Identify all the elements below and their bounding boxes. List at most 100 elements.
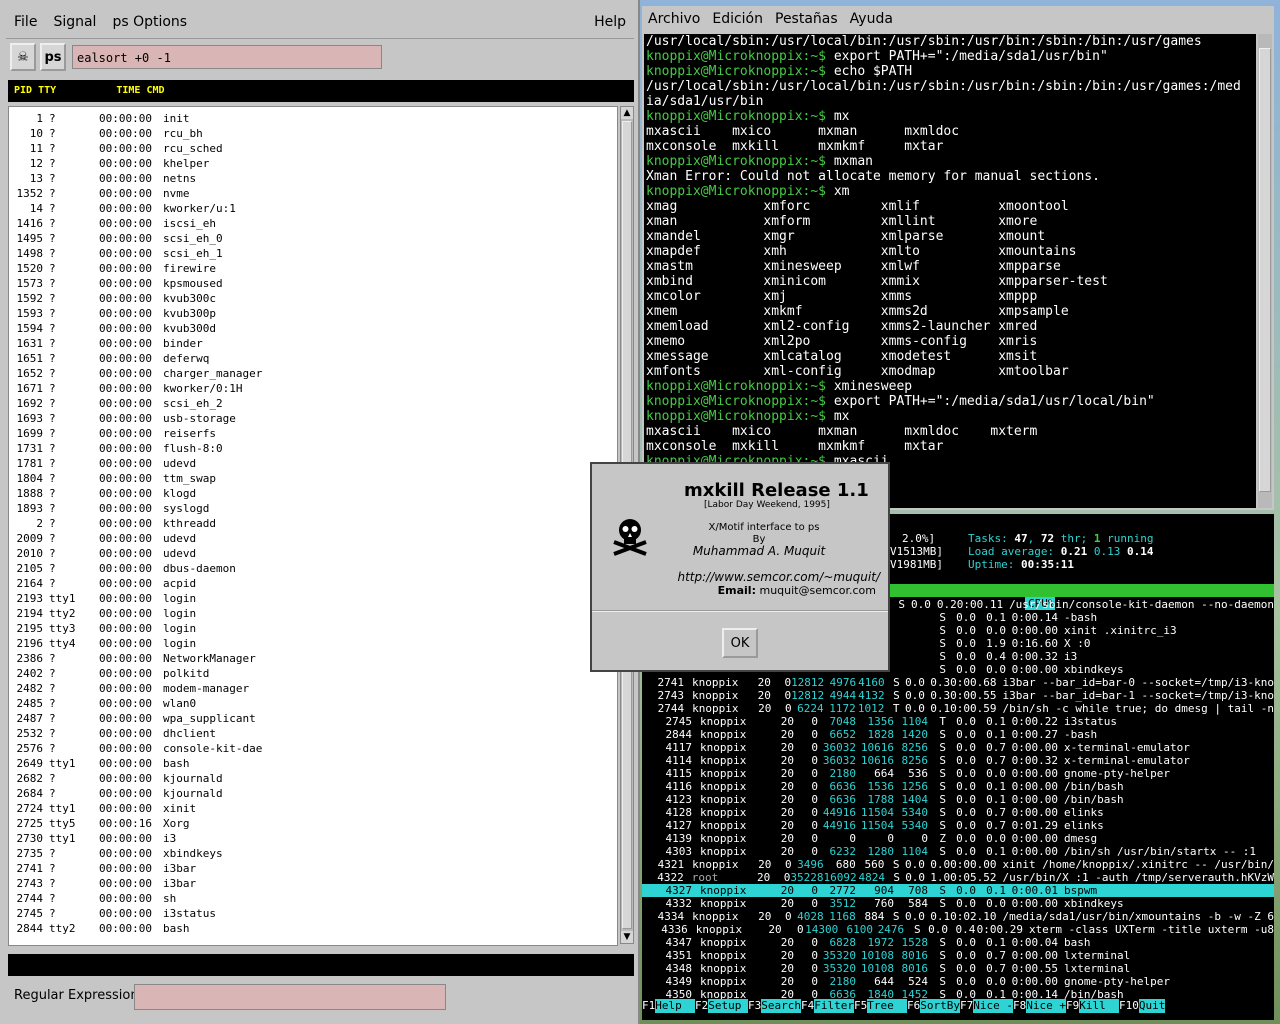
- htop-row[interactable]: 4128 knoppix 20 0 44916 11504 5340 S 0.0 0.7 0:00.…: [642, 806, 1274, 819]
- fkey-label[interactable]: SortBy: [920, 999, 960, 1013]
- fkey-label[interactable]: Kill: [1079, 999, 1119, 1013]
- table-row[interactable]: 14? 00:00:00 kworker/u:1: [13, 201, 262, 216]
- table-row[interactable]: 2010? 00:00:00 udevd: [13, 546, 262, 561]
- fkey-label[interactable]: Search: [761, 999, 801, 1013]
- table-row[interactable]: 2194 tty2 00:00:00 login: [13, 606, 262, 621]
- htop-row[interactable]: 4139 knoppix 20 0 0 0 0 Z 0.0 0.0 0:00.00 dmesg: [642, 832, 1274, 845]
- table-row[interactable]: 2485? 00:00:00 wlan0: [13, 696, 262, 711]
- table-row[interactable]: 1593? 00:00:00 kvub300p: [13, 306, 262, 321]
- table-row[interactable]: 1498? 00:00:00 scsi_eh_1: [13, 246, 262, 261]
- table-row[interactable]: 1573? 00:00:00 kpsmoused: [13, 276, 262, 291]
- table-row[interactable]: 2196 tty4 00:00:00 login: [13, 636, 262, 651]
- table-row[interactable]: 1416? 00:00:00 iscsi_eh: [13, 216, 262, 231]
- fkey-label[interactable]: Tree: [867, 999, 907, 1013]
- process-list[interactable]: 1? 00:00:00 init 10? 00:00:00 rcu_bh 11? 00:00:…: [8, 106, 618, 946]
- table-row[interactable]: 1594? 00:00:00 kvub300d: [13, 321, 262, 336]
- htop-row[interactable]: 4336 knoppix 20 0 14300 6100 2476 S 0.0 0.4 0:00.2…: [642, 923, 1274, 936]
- table-row[interactable]: 1495? 00:00:00 scsi_eh_0: [13, 231, 262, 246]
- table-row[interactable]: 2386? 00:00:00 NetworkManager: [13, 651, 262, 666]
- terminal-output[interactable]: /usr/local/sbin:/usr/local/bin:/usr/sbin…: [644, 34, 1256, 508]
- table-row[interactable]: 1692? 00:00:00 scsi_eh_2: [13, 396, 262, 411]
- table-row[interactable]: 2105? 00:00:00 dbus-daemon: [13, 561, 262, 576]
- table-row[interactable]: 2745? 00:00:00 i3status: [13, 906, 262, 921]
- table-row[interactable]: 2195 tty3 00:00:00 login: [13, 621, 262, 636]
- htop-row[interactable]: 2743 knoppix 20 0 12812 4944 4132 S 0.0 0.3 0:00.5…: [642, 689, 1274, 702]
- table-row[interactable]: 2741? 00:00:00 i3bar: [13, 861, 262, 876]
- table-row[interactable]: 2730 tty1 00:00:00 i3: [13, 831, 262, 846]
- table-row[interactable]: 1631? 00:00:00 binder: [13, 336, 262, 351]
- htop-row[interactable]: 4327 knoppix 20 0 2772 904 708 S 0.0 0.1 0:00.01 bs…: [642, 884, 1274, 897]
- table-row[interactable]: 2735? 00:00:00 xbindkeys: [13, 846, 262, 861]
- htop-row[interactable]: 4349 knoppix 20 0 2180 644 524 S 0.0 0.0 0:00.00 gn…: [642, 975, 1274, 988]
- table-row[interactable]: 2193 tty1 00:00:00 login: [13, 591, 262, 606]
- htop-row[interactable]: 2744 knoppix 20 0 6224 1172 1012 T 0.0 0.1 0:00.59…: [642, 702, 1274, 715]
- table-row[interactable]: 2482? 00:00:00 modem-manager: [13, 681, 262, 696]
- table-row[interactable]: 1592? 00:00:00 kvub300c: [13, 291, 262, 306]
- table-row[interactable]: 2844 tty2 00:00:00 bash: [13, 921, 262, 936]
- table-row[interactable]: 13? 00:00:00 netns: [13, 171, 262, 186]
- ok-button[interactable]: OK: [722, 628, 758, 658]
- table-row[interactable]: 1893? 00:00:00 syslogd: [13, 501, 262, 516]
- htop-row[interactable]: 4351 knoppix 20 0 35320 10108 8016 S 0.0 0.7 0:00.…: [642, 949, 1274, 962]
- menu-file[interactable]: File: [6, 14, 45, 30]
- htop-row[interactable]: 4303 knoppix 20 0 6232 1280 1104 S 0.0 0.1 0:00.00…: [642, 845, 1274, 858]
- table-row[interactable]: 1699? 00:00:00 reiserfs: [13, 426, 262, 441]
- ps-command-field[interactable]: ealsort +0 -1: [72, 45, 382, 69]
- menu-archivo[interactable]: Archivo: [642, 11, 706, 27]
- fkey-label[interactable]: Setup: [708, 999, 748, 1013]
- table-row[interactable]: 2682? 00:00:00 kjournald: [13, 771, 262, 786]
- table-row[interactable]: 1781? 00:00:00 udevd: [13, 456, 262, 471]
- table-row[interactable]: 11? 00:00:00 rcu_sched: [13, 141, 262, 156]
- htop-row[interactable]: 4116 knoppix 20 0 6636 1536 1256 S 0.0 0.1 0:00.00…: [642, 780, 1274, 793]
- table-row[interactable]: 1693? 00:00:00 usb-storage: [13, 411, 262, 426]
- table-row[interactable]: 1520? 00:00:00 firewire: [13, 261, 262, 276]
- terminal-scrollbar-thumb[interactable]: [1259, 48, 1271, 492]
- menu-edicion[interactable]: Edición: [706, 11, 769, 27]
- htop-row[interactable]: 4123 knoppix 20 0 6636 1788 1404 S 0.0 0.1 0:00.00…: [642, 793, 1274, 806]
- menu-pestanas[interactable]: Pestañas: [769, 11, 844, 27]
- table-row[interactable]: 2725 tty5 00:00:16 Xorg: [13, 816, 262, 831]
- htop-row[interactable]: 2844 knoppix 20 0 6652 1828 1420 S 0.0 0.1 0:00.27…: [642, 728, 1274, 741]
- htop-row[interactable]: 4321 knoppix 20 0 3496 680 560 S 0.0 0.0 0:00.00 xi…: [642, 858, 1274, 871]
- fkey-label[interactable]: Quit: [1138, 999, 1166, 1013]
- htop-row[interactable]: 2741 knoppix 20 0 12812 4976 4160 S 0.0 0.3 0:00.6…: [642, 676, 1274, 689]
- htop-row[interactable]: 4334 knoppix 20 0 4028 1168 884 S 0.0 0.1 0:02.10 /…: [642, 910, 1274, 923]
- kill-button[interactable]: ☠: [10, 43, 36, 71]
- regex-input[interactable]: [134, 984, 446, 1010]
- htop-row[interactable]: 4117 knoppix 20 0 36032 10616 8256 S 0.0 0.7 0:00.…: [642, 741, 1274, 754]
- table-row[interactable]: 1671? 00:00:00 kworker/0:1H: [13, 381, 262, 396]
- table-row[interactable]: 2684? 00:00:00 kjournald: [13, 786, 262, 801]
- table-row[interactable]: 2487? 00:00:00 wpa_supplicant: [13, 711, 262, 726]
- table-row[interactable]: 2743? 00:00:00 i3bar: [13, 876, 262, 891]
- scroll-up-icon[interactable]: ▲: [621, 107, 633, 119]
- table-row[interactable]: 12? 00:00:00 khelper: [13, 156, 262, 171]
- fkey-label[interactable]: Filter: [814, 999, 854, 1013]
- scroll-down-icon[interactable]: ▼: [621, 931, 633, 943]
- table-row[interactable]: 2009? 00:00:00 udevd: [13, 531, 262, 546]
- table-row[interactable]: 1352? 00:00:00 nvme: [13, 186, 262, 201]
- table-row[interactable]: 1888? 00:00:00 klogd: [13, 486, 262, 501]
- ps-button[interactable]: ps: [40, 43, 66, 71]
- fkey-label[interactable]: Nice -: [973, 999, 1013, 1013]
- table-row[interactable]: 1? 00:00:00 init: [13, 111, 262, 126]
- table-row[interactable]: 2164? 00:00:00 acpid: [13, 576, 262, 591]
- htop-row[interactable]: 4347 knoppix 20 0 6828 1972 1528 S 0.0 0.1 0:00.04…: [642, 936, 1274, 949]
- fkey-label[interactable]: Nice +: [1026, 999, 1066, 1013]
- htop-row[interactable]: 4127 knoppix 20 0 44916 11504 5340 S 0.0 0.7 0:01.…: [642, 819, 1274, 832]
- table-row[interactable]: 1652? 00:00:00 charger_manager: [13, 366, 263, 381]
- table-row[interactable]: 1804? 00:00:00 ttm_swap: [13, 471, 262, 486]
- menu-ayuda[interactable]: Ayuda: [844, 11, 899, 27]
- menu-ps-options[interactable]: ps Options: [104, 14, 195, 30]
- terminal-scrollbar[interactable]: [1258, 34, 1272, 508]
- table-row[interactable]: 2? 00:00:00 kthreadd: [13, 516, 262, 531]
- table-row[interactable]: 1651? 00:00:00 deferwq: [13, 351, 262, 366]
- table-row[interactable]: 2724 tty1 00:00:00 xinit: [13, 801, 262, 816]
- fkey-label[interactable]: Help: [655, 999, 695, 1013]
- table-row[interactable]: 1731? 00:00:00 flush-8:0: [13, 441, 262, 456]
- menu-help[interactable]: Help: [586, 14, 634, 30]
- table-row[interactable]: 2402? 00:00:00 polkitd: [13, 666, 262, 681]
- htop-row[interactable]: 4348 knoppix 20 0 35320 10108 8016 S 0.0 0.7 0:00.…: [642, 962, 1274, 975]
- table-row[interactable]: 2532? 00:00:00 dhclient: [13, 726, 262, 741]
- htop-row[interactable]: 4115 knoppix 20 0 2180 664 536 S 0.0 0.0 0:00.00 gn…: [642, 767, 1274, 780]
- table-row[interactable]: 10? 00:00:00 rcu_bh: [13, 126, 262, 141]
